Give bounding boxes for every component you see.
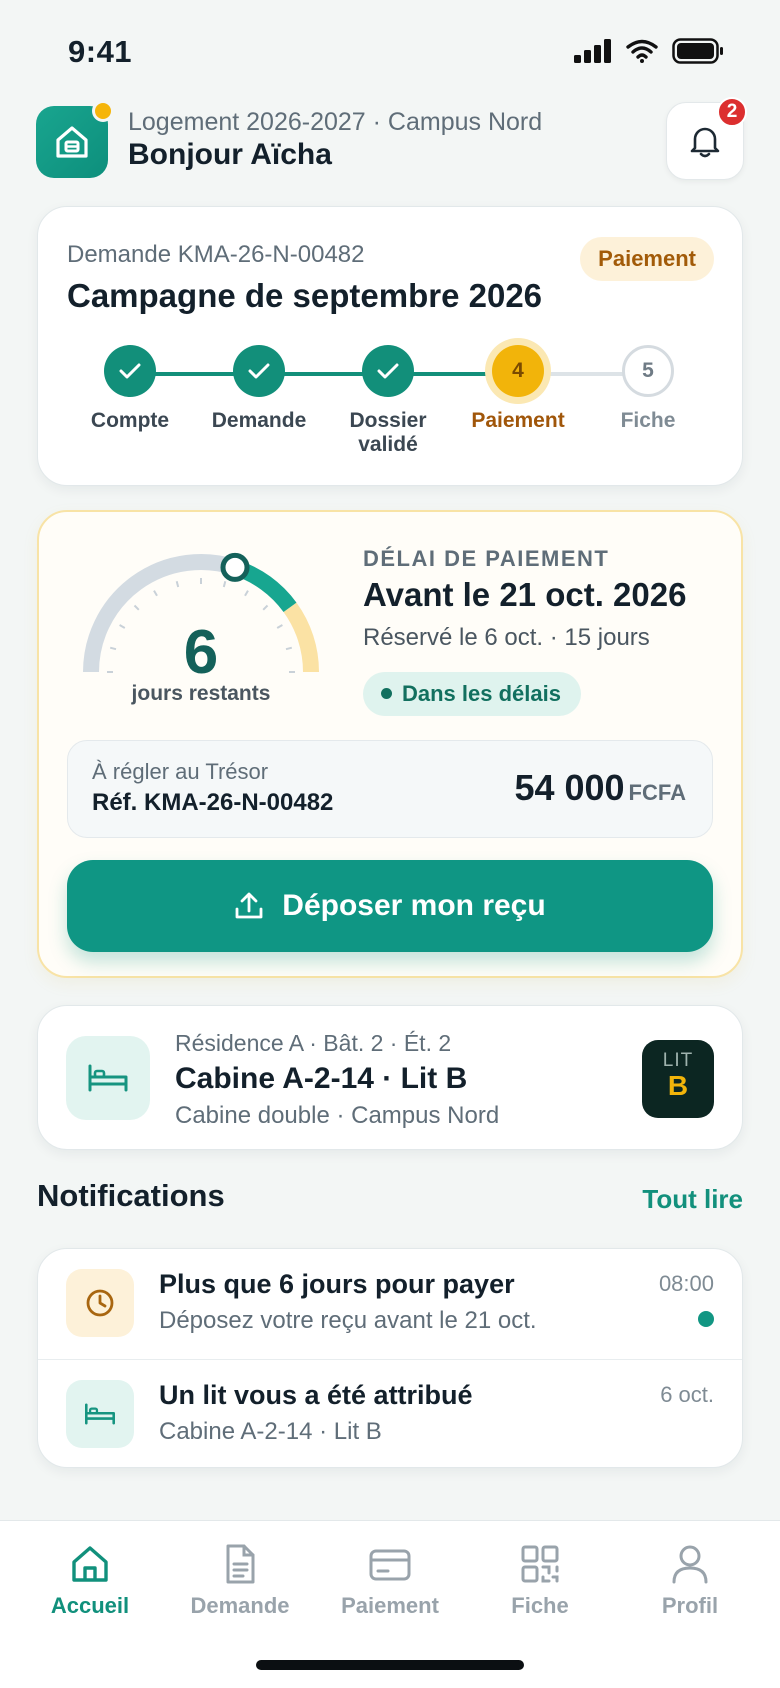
step-5-label: Fiche: [620, 409, 676, 432]
bed-residence: Résidence A · Bât. 2 · Ét. 2: [175, 1030, 452, 1056]
tab-fiche[interactable]: Fiche: [462, 1543, 618, 1619]
notification-count-badge: 2: [717, 97, 747, 127]
step-1-label: Compte: [90, 409, 170, 432]
bell-icon: [690, 127, 720, 158]
notification-time: 6 oct.: [660, 1382, 714, 1407]
header-subtitle: Logement 2026-2027 · Campus Nord: [128, 108, 543, 136]
status-time: 9:41: [68, 34, 133, 69]
upload-receipt-button[interactable]: Déposer mon reçu: [67, 860, 713, 952]
qr-code-icon: [521, 1545, 559, 1583]
check-icon: [248, 363, 270, 379]
step-4-label: Paiement: [471, 409, 565, 432]
card-icon: [369, 1549, 411, 1581]
notification-title: Plus que 6 jours pour payer: [159, 1269, 515, 1299]
gauge-tick: [222, 580, 227, 588]
request-card[interactable]: Demande KMA-26-N-00482 Campagne de septe…: [37, 206, 743, 486]
step-4-circle: 4: [492, 345, 544, 397]
step-1-circle: [104, 345, 156, 397]
home-icon: [56, 126, 88, 158]
payment-deadline: Avant le 21 oct. 2026: [363, 576, 687, 613]
gauge-tick: [175, 580, 180, 588]
payment-status-badge: Dans les délais: [363, 672, 581, 716]
bed-type: Cabine double · Campus Nord: [175, 1102, 500, 1129]
bed-title: Cabine A-2-14 · Lit B: [175, 1062, 468, 1095]
amount-number: 54 000: [514, 767, 625, 808]
request-title: Campagne de septembre 2026: [67, 277, 543, 314]
gauge-tick: [133, 604, 140, 611]
tab-label: Demande: [190, 1593, 290, 1618]
notifications-list: Plus que 6 jours pour payer Déposez votr…: [37, 1248, 743, 1468]
step-3-label: Dossier validé: [349, 409, 427, 456]
battery-icon: [672, 38, 723, 64]
tab-label: Profil: [661, 1593, 719, 1618]
request-id: Demande KMA-26-N-00482: [67, 241, 365, 268]
bed-icon: [84, 1403, 116, 1425]
upload-button-label: Déposer mon reçu: [282, 889, 546, 922]
notification-icon-box: [66, 1269, 134, 1337]
greeting: Bonjour Aïcha: [128, 138, 332, 171]
gauge-tick: [244, 590, 249, 597]
bed-icon-box: [66, 1036, 150, 1120]
check-icon: [377, 363, 399, 379]
notification-icon-box: [66, 1380, 134, 1448]
bed-badge-label: LIT: [662, 1050, 694, 1071]
payment-reference: Réf. KMA-26-N-00482: [92, 789, 334, 816]
wifi-icon: [626, 39, 658, 63]
step-2-circle: [233, 345, 285, 397]
notifications-heading: Notifications: [37, 1178, 225, 1213]
pay-to-label: À régler au Trésor: [92, 759, 269, 784]
home-indicator: [256, 1660, 524, 1670]
bed-letter-badge: LIT B: [642, 1040, 714, 1118]
tab-label: Accueil: [50, 1593, 130, 1618]
step-track-done: [130, 372, 520, 376]
notification-time: 08:00: [658, 1271, 714, 1296]
gauge-tick: [153, 590, 158, 597]
amount-box: À régler au Trésor Réf. KMA-26-N-00482 5…: [67, 740, 713, 838]
notification-item[interactable]: Plus que 6 jours pour payer Déposez votr…: [38, 1249, 742, 1359]
unread-dot: [698, 1311, 714, 1327]
tab-profil[interactable]: Profil: [612, 1543, 768, 1619]
bed-card[interactable]: Résidence A · Bât. 2 · Ét. 2 Cabine A-2-…: [37, 1005, 743, 1150]
notification-text: Déposez votre reçu avant le 21 oct.: [159, 1307, 537, 1334]
payment-eyebrow: DÉLAI DE PAIEMENT: [363, 546, 610, 571]
notification-text: Cabine A-2-14 · Lit B: [159, 1418, 382, 1445]
tab-label: Paiement: [341, 1593, 439, 1618]
gauge-knob: [220, 552, 250, 582]
user-icon: [672, 1545, 708, 1584]
payment-card: 6 jours restants DÉLAI DE PAIEMENT Avant…: [37, 510, 743, 978]
bed-badge-letter: B: [667, 1070, 689, 1101]
amount-value: 54 000 FCFA: [514, 767, 686, 809]
status-icons: [574, 38, 724, 64]
step-3-circle: [362, 345, 414, 397]
request-status-badge: Paiement: [580, 237, 714, 281]
read-all-link[interactable]: Tout lire: [642, 1184, 743, 1215]
tab-accueil[interactable]: Accueil: [12, 1543, 168, 1619]
document-icon: [226, 1544, 255, 1584]
tab-paiement[interactable]: Paiement: [312, 1543, 468, 1619]
tab-demande[interactable]: Demande: [162, 1543, 318, 1619]
upload-icon: [235, 892, 263, 919]
days-remaining-label: jours restants: [131, 682, 271, 705]
notification-title: Un lit vous a été attribué: [159, 1380, 473, 1410]
app-logo: [36, 100, 114, 178]
home-icon: [72, 1546, 108, 1582]
check-icon: [119, 363, 141, 379]
tab-label: Fiche: [511, 1593, 569, 1618]
step-2-label: Demande: [211, 409, 307, 432]
days-remaining: 6: [183, 618, 219, 687]
bed-icon: [88, 1064, 128, 1092]
notifications-button[interactable]: 2: [666, 97, 747, 180]
signal-icon: [574, 39, 611, 63]
notification-item[interactable]: Un lit vous a été attribué Cabine A-2-14…: [38, 1359, 742, 1467]
clock-icon: [86, 1289, 114, 1317]
reservation-info: Réservé le 6 oct. · 15 jours: [363, 624, 650, 651]
step-5-circle: 5: [622, 345, 674, 397]
gauge-tick: [262, 604, 269, 611]
logo-status-dot: [92, 100, 114, 122]
amount-currency: FCFA: [628, 780, 686, 805]
